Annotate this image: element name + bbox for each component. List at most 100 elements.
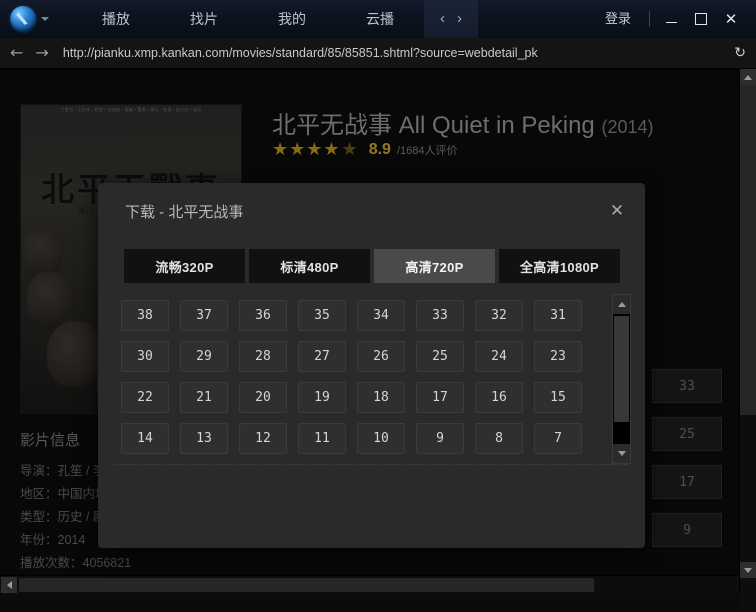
episode-cell[interactable]: 18: [357, 382, 405, 413]
episode-cell[interactable]: 10: [357, 423, 405, 454]
horizontal-scroll-thumb[interactable]: [19, 578, 594, 592]
episode-cell-wrapper: 8: [468, 418, 527, 459]
maximize-button[interactable]: [686, 4, 716, 34]
episode-cell[interactable]: 30: [121, 341, 169, 372]
dialog-episode-grid: 38 37 36 35 34 33 32 31 30 29 28 27 26 25 24 23 22 21 20 19…: [114, 295, 629, 459]
rating-count: /1684人评价: [396, 145, 458, 157]
episode-cell[interactable]: 26: [357, 341, 405, 372]
quality-tab-1080p[interactable]: 全高清1080P: [499, 249, 620, 283]
episode-cell[interactable]: 16: [475, 382, 523, 413]
episode-cell[interactable]: 36: [239, 300, 287, 331]
film-info-plays: 播放次数：4056821: [20, 556, 132, 570]
page-episode[interactable]: 33: [652, 369, 722, 403]
episode-cell-wrapper: 25: [409, 336, 468, 377]
nav-play[interactable]: 播放: [72, 0, 160, 38]
episode-cell[interactable]: 19: [298, 382, 346, 413]
dialog-scrollbar[interactable]: [612, 294, 631, 464]
quality-tab-320p[interactable]: 流畅320P: [124, 249, 245, 283]
episode-cell[interactable]: 37: [180, 300, 228, 331]
episode-cell[interactable]: 17: [416, 382, 464, 413]
episode-cell[interactable]: 34: [357, 300, 405, 331]
dashed-divider: [114, 464, 629, 465]
page-episode[interactable]: 25: [652, 417, 722, 451]
episode-cell[interactable]: 25: [416, 341, 464, 372]
nav-mine[interactable]: 我的: [248, 0, 336, 38]
chevron-down-icon[interactable]: [41, 17, 49, 21]
episode-cell-wrapper: 28: [232, 336, 291, 377]
episode-cell-wrapper: 26: [350, 336, 409, 377]
episode-cell-wrapper: 35: [291, 295, 350, 336]
episode-cell[interactable]: 12: [239, 423, 287, 454]
episode-cell[interactable]: 29: [180, 341, 228, 372]
horizontal-scrollbar[interactable]: [0, 575, 740, 594]
episode-cell-wrapper: 31: [527, 295, 586, 336]
episode-cell[interactable]: 13: [180, 423, 228, 454]
episode-cell-wrapper: 34: [350, 295, 409, 336]
kankan-browser-window: 播放 找片 我的 云播 ‹ › 登录 ✕ ← → http://pianku.x…: [0, 0, 756, 612]
back-arrow-icon[interactable]: ←: [0, 38, 29, 68]
triangle-up-icon: [744, 74, 752, 80]
episode-cell[interactable]: 24: [475, 341, 523, 372]
poster-credits: 丁勇岱 / 王庆祥 / 程煜 / 沈佳妮 / 祖峰 / 董勇 / 廖凡 / 焦晃…: [60, 107, 202, 112]
episode-cell[interactable]: 21: [180, 382, 228, 413]
episode-cell-wrapper: 19: [291, 377, 350, 418]
quality-tab-720p[interactable]: 高清720P: [374, 249, 495, 283]
logo-area[interactable]: [0, 6, 72, 32]
title-bar: 播放 找片 我的 云播 ‹ › 登录 ✕: [0, 0, 756, 39]
episode-cell[interactable]: 32: [475, 300, 523, 331]
minimize-button[interactable]: [656, 4, 686, 34]
close-icon: ✕: [724, 9, 738, 28]
url-text[interactable]: http://pianku.xmp.kankan.com/movies/stan…: [63, 46, 538, 60]
scroll-left-button[interactable]: [1, 577, 17, 593]
dialog-close-icon[interactable]: ✕: [603, 197, 631, 225]
episode-cell-wrapper: 24: [468, 336, 527, 377]
episode-cell[interactable]: 7: [534, 423, 582, 454]
episode-cell-wrapper: 23: [527, 336, 586, 377]
episode-cell-wrapper: 21: [173, 377, 232, 418]
episode-cell-wrapper: 16: [468, 377, 527, 418]
dialog-scroll-thumb[interactable]: [614, 316, 629, 422]
dialog-scroll-down-button[interactable]: [613, 444, 630, 463]
episode-cell[interactable]: 9: [416, 423, 464, 454]
divider: [649, 11, 650, 27]
episode-cell[interactable]: 33: [416, 300, 464, 331]
scroll-up-button[interactable]: [740, 69, 756, 85]
page-episode[interactable]: 17: [652, 465, 722, 499]
nav-find[interactable]: 找片: [160, 0, 248, 38]
episode-cell[interactable]: 28: [239, 341, 287, 372]
episode-cell[interactable]: 20: [239, 382, 287, 413]
page-episode[interactable]: 9: [652, 513, 722, 547]
nav-cloud[interactable]: 云播: [336, 0, 424, 38]
episode-cell[interactable]: 35: [298, 300, 346, 331]
episode-cell[interactable]: 27: [298, 341, 346, 372]
episode-cell[interactable]: 11: [298, 423, 346, 454]
address-bar: ← → http://pianku.xmp.kankan.com/movies/…: [0, 38, 756, 69]
dialog-scroll-up-button[interactable]: [613, 295, 630, 314]
page-title-text: 北平无战事 All Quiet in Peking: [272, 112, 595, 139]
episode-cell[interactable]: 14: [121, 423, 169, 454]
episode-cell-wrapper: 22: [114, 377, 173, 418]
vertical-scrollbar[interactable]: [739, 69, 756, 594]
close-button[interactable]: ✕: [716, 4, 746, 34]
login-button[interactable]: 登录: [593, 0, 643, 38]
history-back-icon[interactable]: ‹: [436, 0, 449, 38]
episode-cell[interactable]: 15: [534, 382, 582, 413]
triangle-down-icon: [617, 451, 626, 456]
episode-cell[interactable]: 22: [121, 382, 169, 413]
episode-cell[interactable]: 38: [121, 300, 169, 331]
quality-tab-480p[interactable]: 标清480P: [249, 249, 370, 283]
episode-cell-wrapper: 10: [350, 418, 409, 459]
forward-arrow-icon[interactable]: →: [29, 38, 54, 68]
episode-cell[interactable]: 23: [534, 341, 582, 372]
main-nav: 播放 找片 我的 云播: [72, 0, 424, 38]
episode-cell-wrapper: 14: [114, 418, 173, 459]
refresh-icon[interactable]: ↻: [734, 38, 746, 68]
episode-cell-wrapper: 13: [173, 418, 232, 459]
kankan-logo-icon[interactable]: [10, 6, 36, 32]
history-forward-icon[interactable]: ›: [453, 0, 466, 38]
episode-cell-wrapper: 30: [114, 336, 173, 377]
scroll-down-button[interactable]: [740, 562, 756, 578]
episode-cell[interactable]: 31: [534, 300, 582, 331]
vertical-scroll-thumb[interactable]: [740, 85, 756, 415]
episode-cell[interactable]: 8: [475, 423, 523, 454]
